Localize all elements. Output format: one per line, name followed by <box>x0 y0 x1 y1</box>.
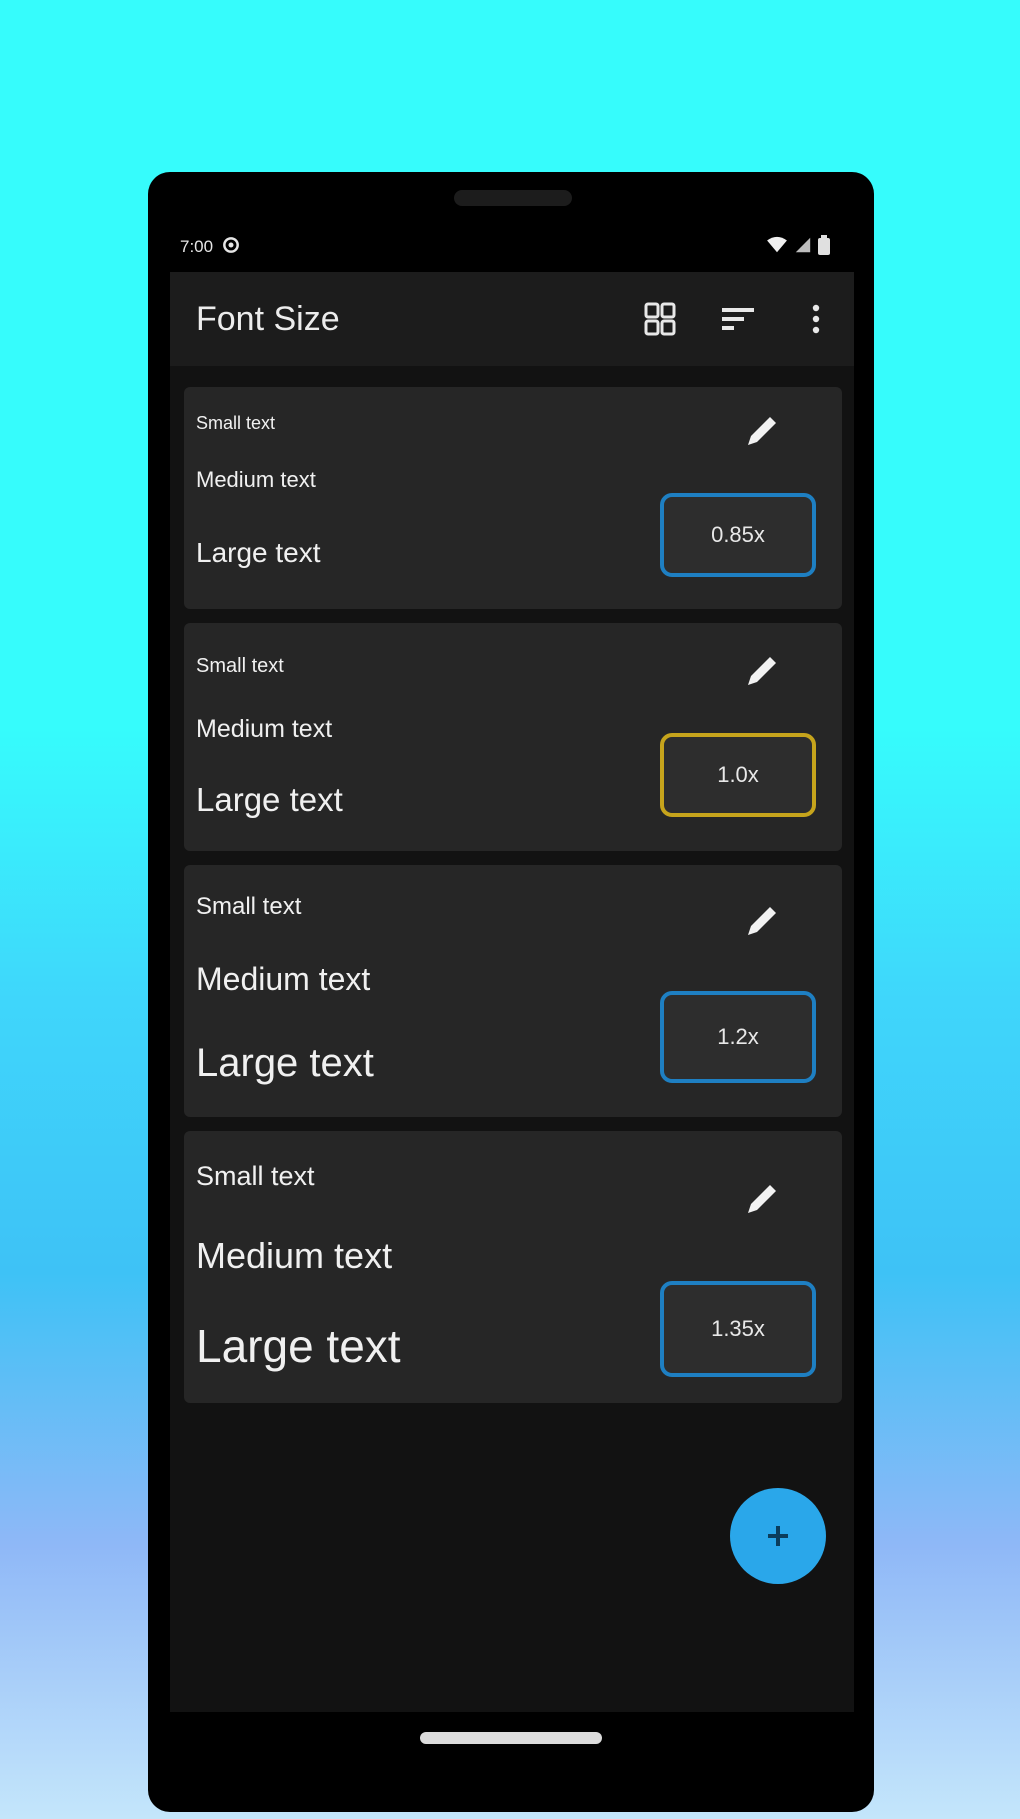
status-right <box>766 234 830 260</box>
app-screen: Font Size Small text Medium text Large t… <box>170 272 854 1712</box>
sort-icon[interactable] <box>720 301 756 337</box>
medium-text-sample: Medium text <box>196 715 333 743</box>
medium-text-sample: Medium text <box>196 467 316 492</box>
font-size-list: Small text Medium text Large text 0.85x … <box>184 387 842 1417</box>
edit-button[interactable] <box>738 647 786 695</box>
large-text-sample: Large text <box>196 781 343 818</box>
more-options-icon[interactable] <box>798 301 834 337</box>
status-left: 7:00 <box>180 235 241 260</box>
status-time: 7:00 <box>180 237 214 256</box>
scale-chip[interactable]: 1.2x <box>660 991 816 1083</box>
large-text-sample: Large text <box>196 537 321 568</box>
small-text-sample: Small text <box>196 655 284 677</box>
font-size-card[interactable]: Small text Medium text Large text 1.35x <box>184 1131 842 1403</box>
signal-icon <box>794 236 812 259</box>
add-button[interactable] <box>730 1488 826 1584</box>
pencil-icon <box>748 907 776 935</box>
page-title: Font Size <box>196 299 340 338</box>
phone-speaker <box>454 190 572 206</box>
font-size-card[interactable]: Small text Medium text Large text 1.0x <box>184 623 842 851</box>
small-text-sample: Small text <box>196 893 302 920</box>
pencil-icon <box>748 1185 776 1213</box>
scale-chip-selected[interactable]: 1.0x <box>660 733 816 817</box>
large-text-sample: Large text <box>196 1041 374 1085</box>
large-text-sample: Large text <box>196 1320 401 1372</box>
small-text-sample: Small text <box>196 413 276 433</box>
font-size-card[interactable]: Small text Medium text Large text 1.2x <box>184 865 842 1117</box>
status-bar: 7:00 <box>180 232 830 262</box>
pencil-icon <box>748 417 776 445</box>
pencil-icon <box>748 657 776 685</box>
edit-button[interactable] <box>738 407 786 455</box>
scale-chip[interactable]: 1.35x <box>660 1281 816 1377</box>
phone-frame: 7:00 Font Size Small text Medium text La… <box>148 172 874 1812</box>
medium-text-sample: Medium text <box>196 1235 393 1276</box>
medium-text-sample: Medium text <box>196 961 371 997</box>
small-text-sample: Small text <box>196 1161 315 1191</box>
grid-view-icon[interactable] <box>642 301 678 337</box>
home-indicator[interactable] <box>420 1732 602 1744</box>
font-size-card[interactable]: Small text Medium text Large text 0.85x <box>184 387 842 609</box>
battery-icon <box>818 234 830 260</box>
edit-button[interactable] <box>738 897 786 945</box>
app-bar: Font Size <box>170 272 854 366</box>
settings-status-icon <box>221 235 241 260</box>
wifi-icon <box>766 236 788 259</box>
edit-button[interactable] <box>738 1175 786 1223</box>
scale-chip[interactable]: 0.85x <box>660 493 816 577</box>
app-bar-actions <box>642 272 834 366</box>
plus-icon <box>768 1526 788 1546</box>
